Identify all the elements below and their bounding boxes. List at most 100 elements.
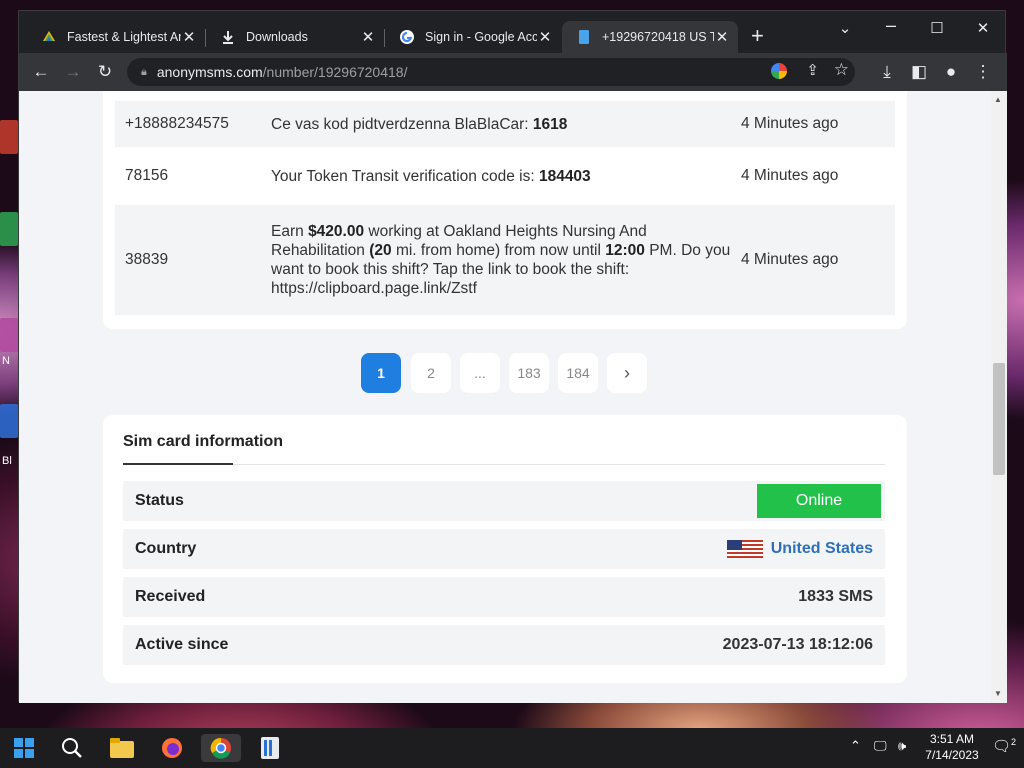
- forward-arrow-icon[interactable]: →: [57, 62, 89, 82]
- tab-google-signin[interactable]: Sign in - Google Acco ✕: [385, 21, 561, 53]
- country-label: Country: [135, 540, 197, 557]
- country-row: Country United States: [123, 529, 885, 569]
- google-lens-icon[interactable]: [771, 63, 787, 79]
- tab-title: Fastest & Lightest An: [67, 30, 181, 44]
- browser-toolbar: ← → ↻ 🔒︎ anonymsms.com/number/1929672041…: [19, 53, 1007, 91]
- close-tab-icon[interactable]: ✕: [181, 28, 197, 46]
- desktop-icon[interactable]: [0, 120, 18, 154]
- reload-icon[interactable]: ↻: [89, 62, 121, 82]
- tab-search-chevron-icon[interactable]: ⌄: [825, 19, 865, 37]
- message-text-part: 1618: [532, 115, 568, 133]
- message-text-part: Earn: [271, 223, 309, 240]
- firefox-icon[interactable]: [152, 734, 192, 762]
- search-icon[interactable]: [52, 734, 92, 762]
- browser-window: Fastest & Lightest An ✕ Downloads ✕ Sign…: [18, 10, 1007, 703]
- chevron-up-icon[interactable]: ⌃: [850, 738, 861, 754]
- app-icon[interactable]: [250, 734, 290, 762]
- bookmark-star-icon[interactable]: ☆: [834, 60, 849, 80]
- next-page-button[interactable]: ›: [607, 353, 647, 393]
- scroll-up-icon[interactable]: ▲: [994, 95, 1002, 104]
- page-viewport: +18888234575 Ce vas kod pidtverdzenna Bl…: [19, 91, 991, 703]
- message-text: Your Token Transit verification code is:…: [271, 167, 741, 186]
- url-path: /number/19296720418/: [262, 64, 408, 80]
- volume-icon[interactable]: 🕪︎: [898, 738, 906, 754]
- message-time: 4 Minutes ago: [741, 115, 839, 132]
- sender-number: +18888234575: [125, 115, 229, 132]
- message-text-part: 184403: [538, 167, 591, 185]
- tab-title: Sign in - Google Acco: [425, 30, 537, 44]
- active-since-label: Active since: [135, 636, 229, 653]
- address-bar[interactable]: 🔒︎ anonymsms.com/number/19296720418/ ⇪ ☆: [127, 58, 855, 86]
- message-text-part: $420.00: [308, 223, 365, 240]
- chevron-right-icon: ›: [624, 362, 630, 383]
- share-icon[interactable]: ⇪: [806, 61, 819, 79]
- clock-date: 7/14/2023: [925, 748, 979, 762]
- phone-icon: [576, 29, 592, 45]
- title-underline: [123, 463, 233, 465]
- status-row: Status Online: [123, 481, 885, 521]
- new-tab-button[interactable]: +: [751, 25, 764, 47]
- close-tab-icon[interactable]: ✕: [360, 28, 376, 46]
- start-windows-icon[interactable]: [4, 734, 44, 762]
- network-icon[interactable]: 🖵︎: [874, 738, 887, 754]
- us-flag-icon: [726, 540, 763, 558]
- lock-icon: 🔒︎: [141, 65, 147, 78]
- notification-icon[interactable]: 🗨︎2: [992, 737, 1016, 755]
- tab-bluestacks[interactable]: Fastest & Lightest An ✕: [27, 21, 205, 53]
- download-icon: [220, 29, 236, 45]
- message-row: 38839 Earn $420.00 working at Oakland He…: [115, 205, 895, 315]
- scroll-down-icon[interactable]: ▼: [994, 689, 1002, 698]
- desktop-icon-label: Bl: [2, 455, 12, 467]
- tab-title: +19296720418 US Te: [602, 30, 714, 44]
- page-scrollbar[interactable]: ▲ ▼: [991, 91, 1007, 703]
- active-since-row: Active since 2023-07-13 18:12:06: [123, 625, 885, 665]
- system-clock[interactable]: 3:51 AM 7/14/2023: [922, 731, 982, 763]
- tab-downloads[interactable]: Downloads ✕: [206, 21, 384, 53]
- side-panel-icon[interactable]: ◧: [903, 62, 935, 82]
- tab-strip: Fastest & Lightest An ✕ Downloads ✕ Sign…: [19, 11, 1007, 57]
- message-text-part: 12:00: [605, 242, 645, 259]
- sim-info-card: Sim card information Status Online Count…: [103, 415, 907, 683]
- message-text-part: mi. from home) from now until: [391, 242, 606, 259]
- message-row: +18888234575 Ce vas kod pidtverdzenna Bl…: [115, 101, 895, 147]
- message-row: 78156 Your Token Transit verification co…: [115, 153, 895, 199]
- received-row: Received 1833 SMS: [123, 577, 885, 617]
- page-button-184[interactable]: 184: [558, 353, 598, 393]
- chrome-icon[interactable]: [201, 734, 241, 762]
- desktop-icon-label: N: [2, 355, 10, 367]
- url-host: anonymsms.com: [156, 64, 263, 80]
- tab-active-number[interactable]: +19296720418 US Te ✕: [562, 21, 738, 53]
- notification-count: 2: [1011, 737, 1017, 747]
- menu-kebab-icon[interactable]: ⋮: [967, 62, 999, 82]
- received-label: Received: [135, 588, 206, 605]
- file-explorer-icon[interactable]: [102, 734, 142, 762]
- profile-icon[interactable]: ●: [935, 62, 967, 82]
- desktop-icon[interactable]: [0, 404, 18, 438]
- received-value: 1833 SMS: [798, 588, 873, 605]
- sender-number: 38839: [125, 251, 169, 268]
- divider: [123, 464, 885, 465]
- country-link[interactable]: United States: [726, 540, 873, 558]
- maximize-icon[interactable]: ☐: [917, 19, 957, 37]
- minimize-icon[interactable]: –: [871, 15, 911, 36]
- message-text: Ce vas kod pidtverdzenna BlaBlaCar: 1618: [271, 115, 741, 134]
- message-time: 4 Minutes ago: [741, 251, 839, 268]
- sim-info-title: Sim card information: [123, 433, 284, 450]
- scrollbar-thumb[interactable]: [993, 363, 1005, 475]
- desktop-icon[interactable]: [0, 212, 18, 246]
- back-arrow-icon[interactable]: ←: [25, 62, 57, 82]
- status-label: Status: [135, 492, 184, 509]
- close-tab-icon[interactable]: ✕: [537, 28, 553, 46]
- page-button-2[interactable]: 2: [411, 353, 451, 393]
- desktop-icon[interactable]: [0, 318, 18, 352]
- page-button-1[interactable]: 1: [361, 353, 401, 393]
- close-tab-icon[interactable]: ✕: [714, 28, 730, 46]
- download-icon[interactable]: ⤓: [871, 62, 903, 82]
- message-time: 4 Minutes ago: [741, 167, 839, 184]
- close-window-icon[interactable]: ✕: [963, 19, 1003, 37]
- message-text: Earn $420.00 working at Oakland Heights …: [271, 222, 741, 298]
- bluestacks-icon: [41, 29, 57, 45]
- message-text-part: (20: [369, 242, 392, 259]
- tab-title: Downloads: [246, 30, 308, 44]
- page-button-183[interactable]: 183: [509, 353, 549, 393]
